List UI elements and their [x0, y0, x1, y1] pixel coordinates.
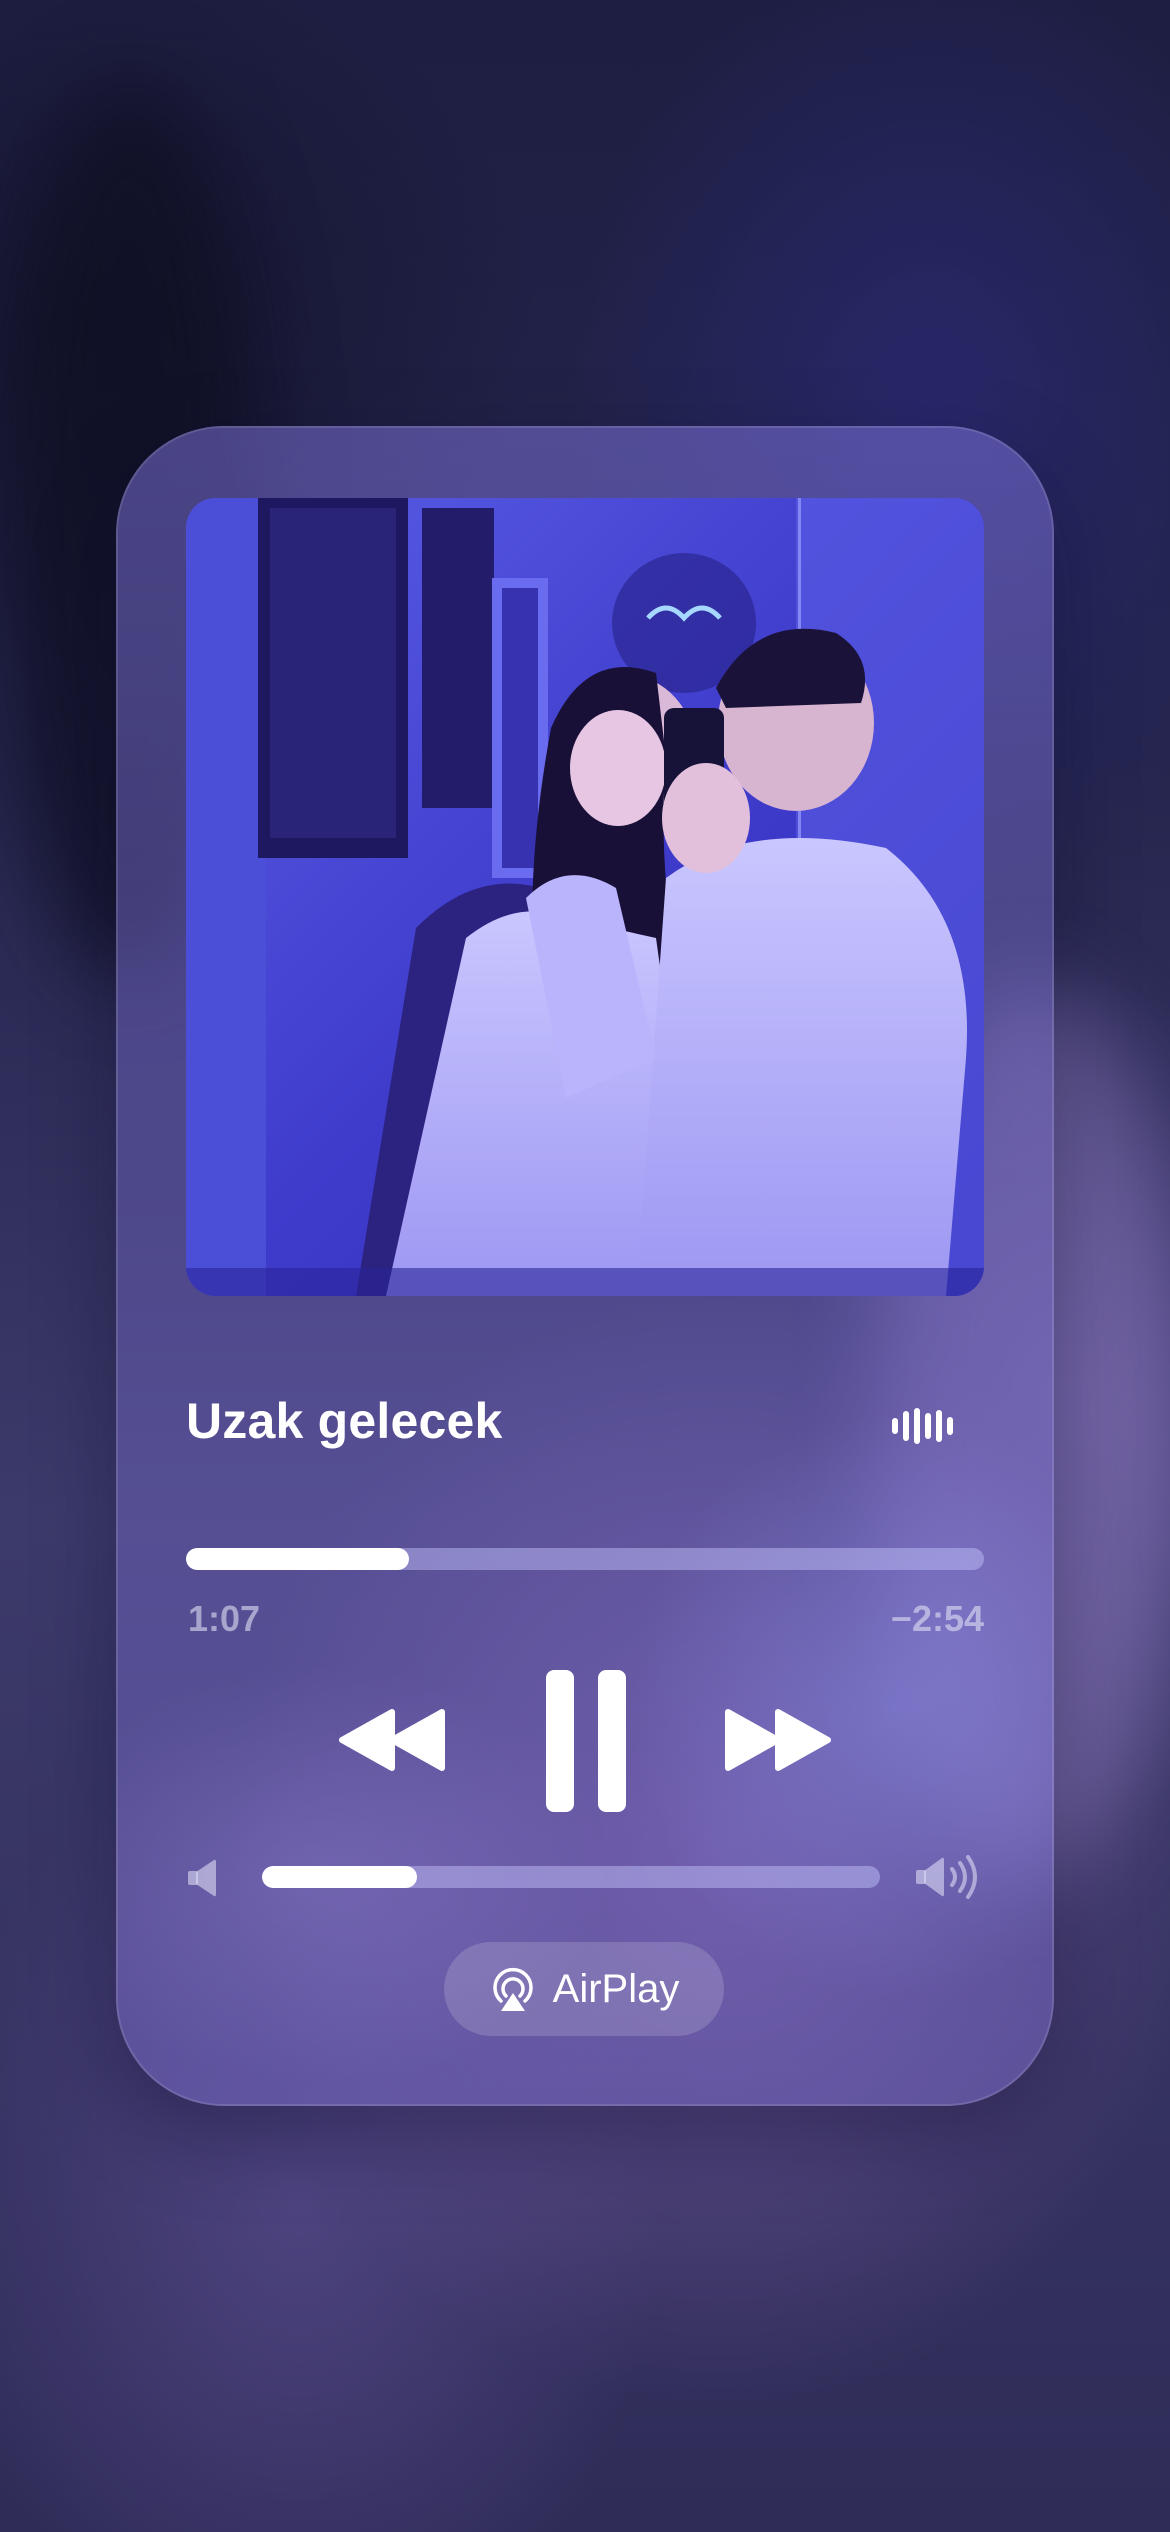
album-artwork[interactable]	[186, 498, 984, 1296]
elapsed-time: 1:07	[188, 1598, 261, 1639]
pause-button[interactable]	[546, 1670, 626, 1812]
pause-icon	[546, 1670, 626, 1812]
playback-progress-slider[interactable]	[186, 1548, 984, 1570]
remaining-time: −2:54	[890, 1598, 984, 1639]
now-playing-card: Uzak gelecek 1:07 −2:54 AirPlay	[116, 426, 1054, 2106]
rewind-button[interactable]	[338, 1708, 446, 1772]
airplay-label: AirPlay	[552, 1966, 680, 2011]
forward-icon	[725, 1709, 831, 1771]
track-title: Uzak gelecek	[186, 1393, 503, 1449]
playback-progress-fill	[186, 1548, 410, 1570]
speaker-high-icon	[916, 1854, 980, 1900]
volume-slider[interactable]	[262, 1866, 880, 1888]
backward-icon	[339, 1709, 445, 1771]
speaker-low-icon	[188, 1858, 218, 1898]
airplay-icon	[492, 1967, 533, 2011]
fast-forward-button[interactable]	[724, 1708, 832, 1772]
volume-fill	[262, 1866, 417, 1888]
airplay-button[interactable]: AirPlay	[444, 1942, 724, 2036]
audio-waveform-icon[interactable]	[892, 1408, 954, 1444]
